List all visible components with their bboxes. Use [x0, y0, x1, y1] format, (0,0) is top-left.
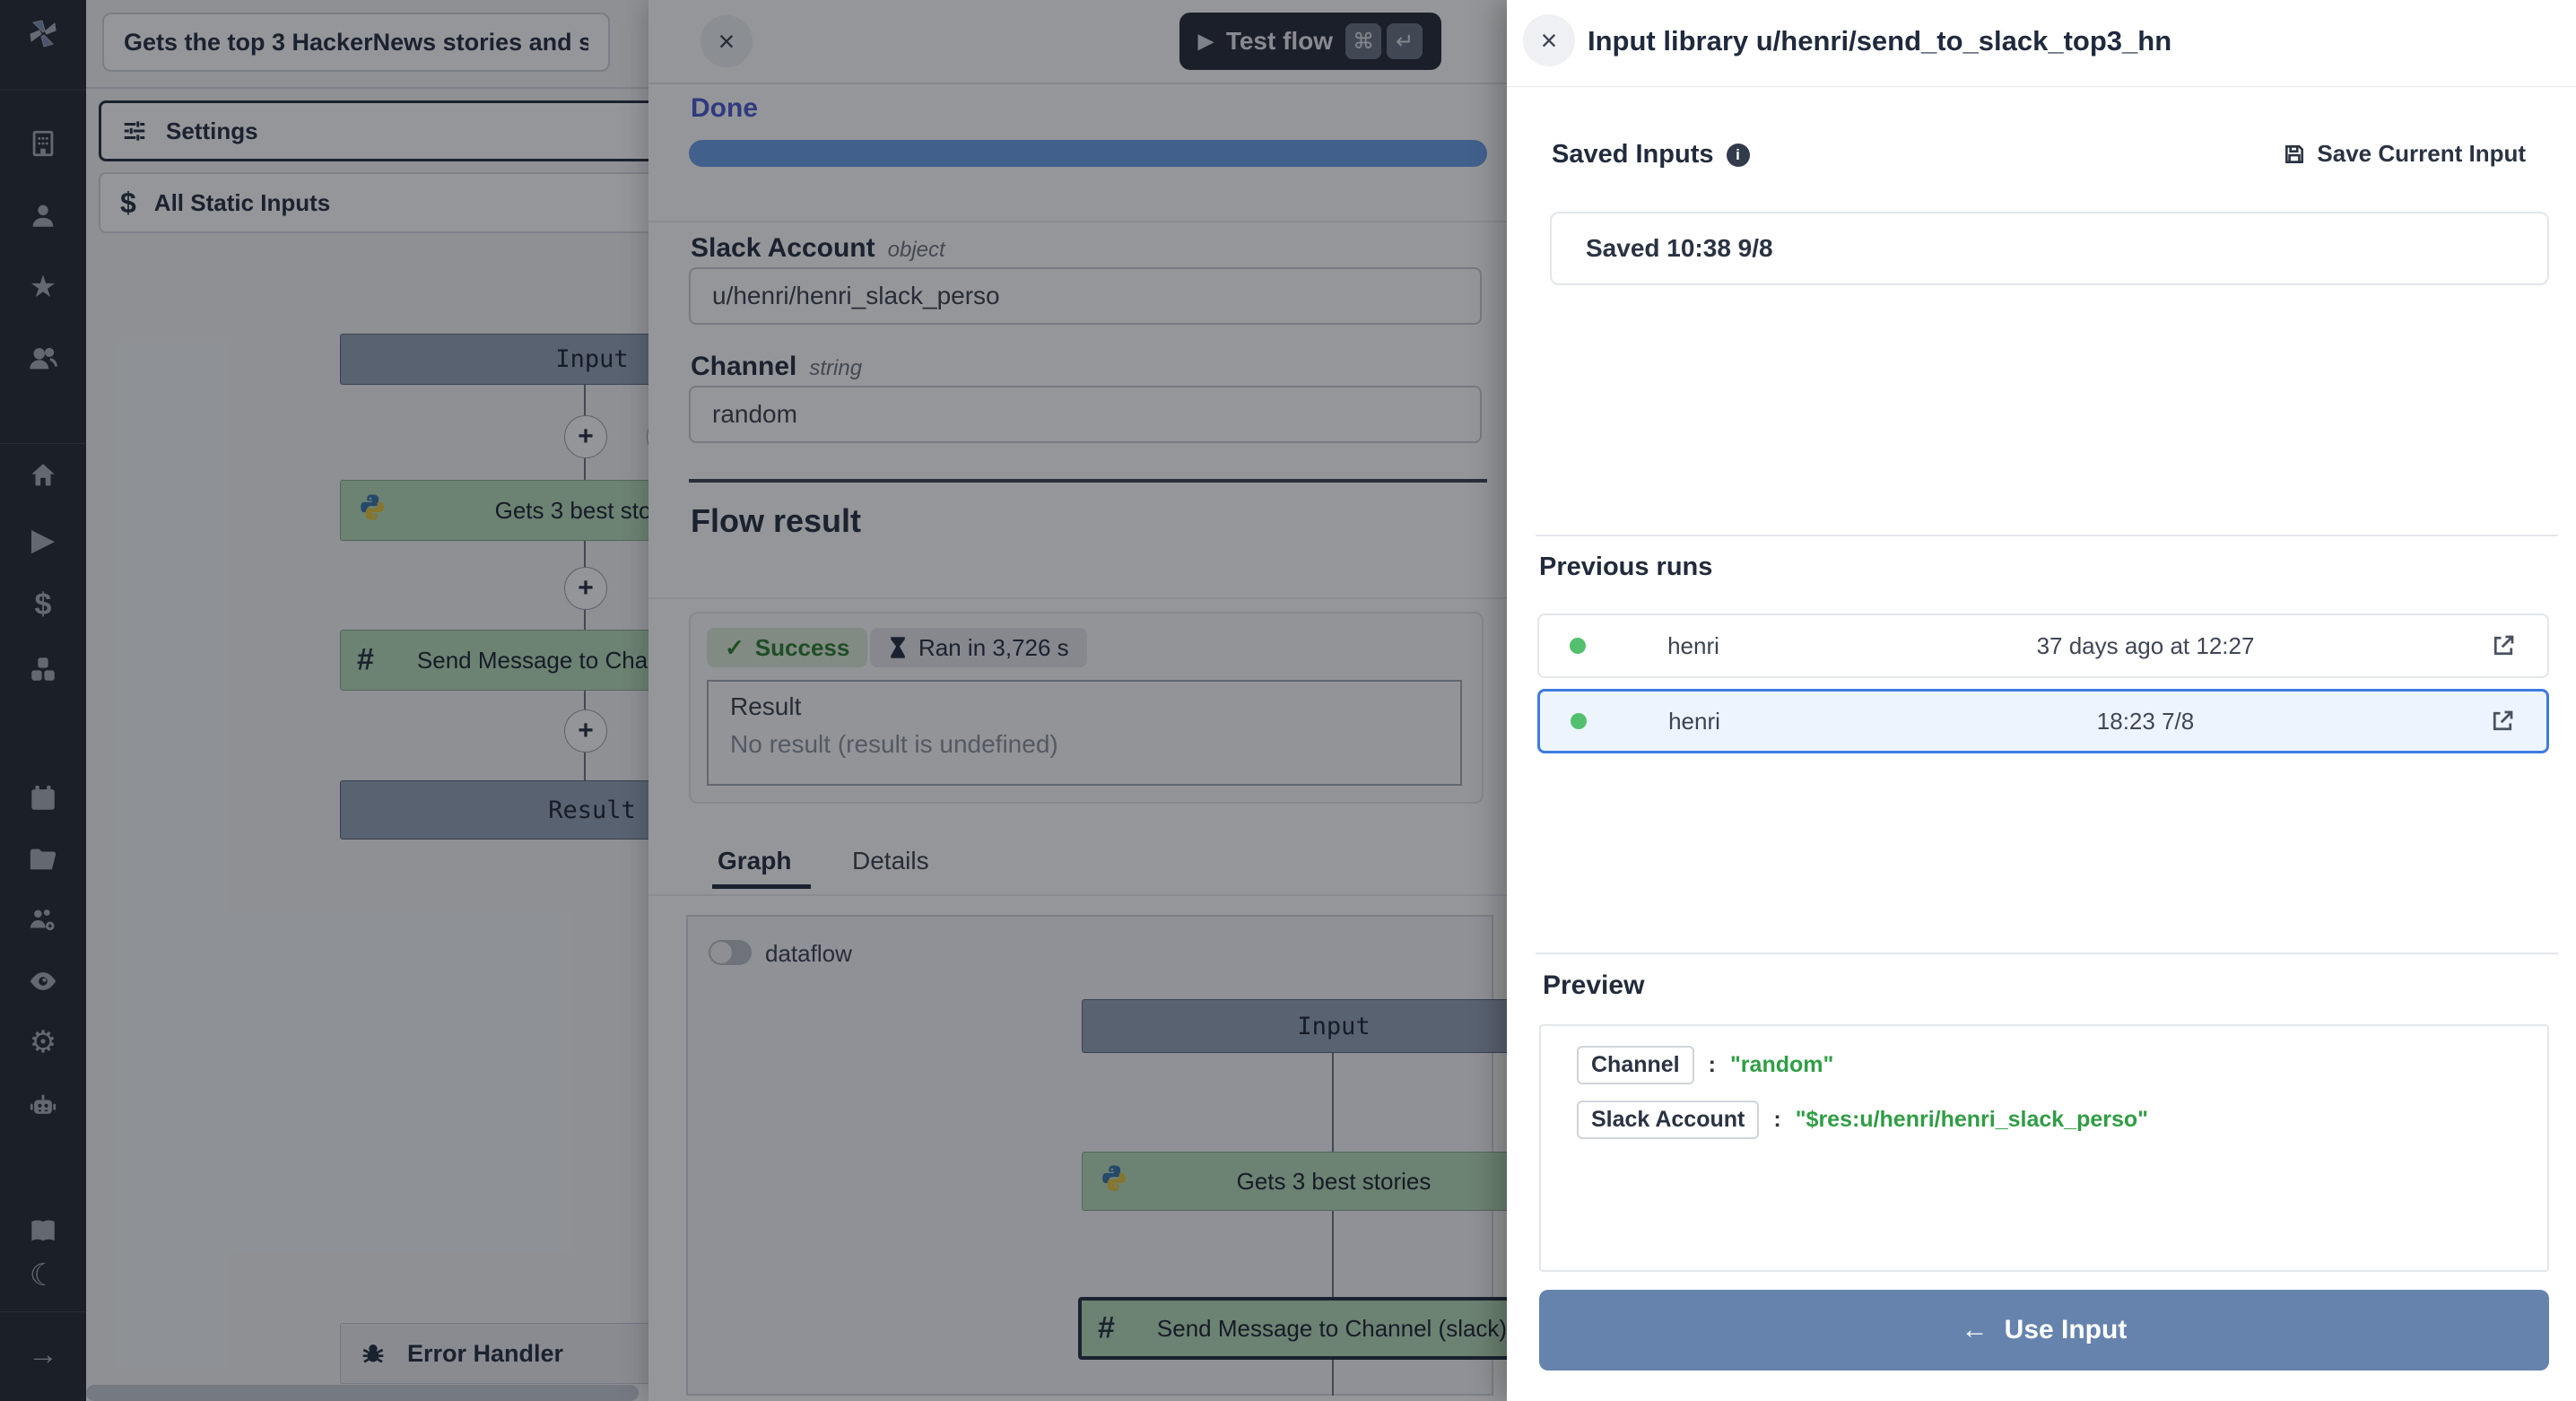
preview-key[interactable]: Channel: [1577, 1046, 1694, 1084]
previous-run-row-selected[interactable]: henri 18:23 7/8: [1537, 689, 2549, 753]
run-user: henri: [1587, 708, 1802, 735]
drawer-title: Input library u/henri/send_to_slack_top3…: [1588, 25, 2171, 57]
saved-inputs-heading-row: Saved Inputs i: [1552, 140, 1750, 170]
saved-inputs-heading: Saved Inputs: [1552, 140, 1714, 170]
modal-dim-overlay[interactable]: [0, 0, 1507, 1401]
preview-row: Channel : "random": [1577, 1046, 2511, 1084]
run-time: 18:23 7/8: [1802, 708, 2489, 735]
input-library-drawer: × Input library u/henri/send_to_slack_to…: [1507, 0, 2576, 1401]
divider: [1507, 86, 2576, 87]
run-user: henri: [1586, 632, 1801, 660]
external-link-icon[interactable]: [2489, 708, 2516, 735]
left-arrow-icon: ←: [1962, 1315, 1989, 1345]
run-status-dot: [1571, 713, 1587, 729]
previous-runs-heading: Previous runs: [1539, 553, 1712, 582]
app-root: ★ ▶ $ ⚙ ☾ →: [0, 0, 2576, 1401]
close-icon[interactable]: ×: [1523, 14, 1575, 66]
save-icon: [2283, 143, 2306, 166]
external-link-icon[interactable]: [2490, 632, 2517, 659]
divider: [1536, 953, 2558, 954]
run-status-dot: [1570, 638, 1586, 654]
saved-input-item[interactable]: Saved 10:38 9/8: [1550, 212, 2549, 285]
divider: [1536, 535, 2558, 536]
preview-box: Channel : "random" Slack Account : "$res…: [1539, 1024, 2549, 1272]
preview-value: "$res:u/henri/henri_slack_perso": [1796, 1107, 2148, 1133]
info-icon[interactable]: i: [1727, 144, 1750, 167]
previous-run-row[interactable]: henri 37 days ago at 12:27: [1537, 613, 2549, 678]
saved-input-label: Saved 10:38 9/8: [1586, 234, 1773, 263]
run-time: 37 days ago at 12:27: [1801, 632, 2490, 660]
preview-heading: Preview: [1543, 970, 1644, 1001]
close-glyph: ×: [1541, 24, 1558, 57]
use-input-button[interactable]: ← Use Input: [1539, 1290, 2549, 1371]
preview-key[interactable]: Slack Account: [1577, 1101, 1759, 1139]
preview-row: Slack Account : "$res:u/henri/henri_slac…: [1577, 1101, 2511, 1139]
save-current-input-button[interactable]: Save Current Input: [2283, 140, 2526, 168]
preview-value: "random": [1730, 1052, 1833, 1078]
